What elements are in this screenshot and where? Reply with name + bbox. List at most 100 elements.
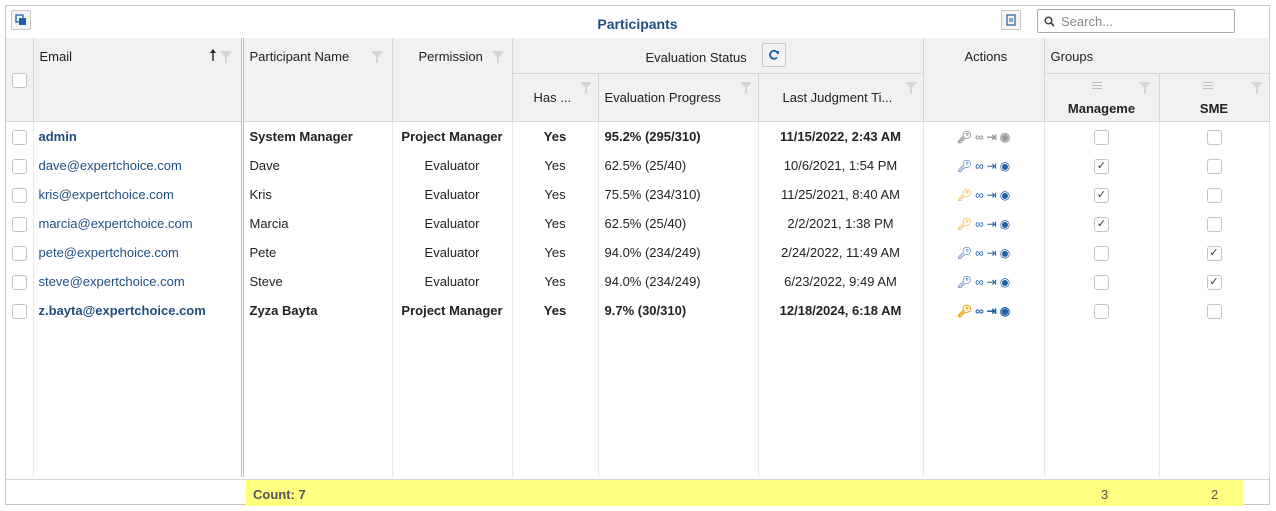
column-menu-icon[interactable] (1202, 80, 1213, 91)
eye-icon[interactable]: ◉ (1000, 160, 1010, 172)
email-link[interactable]: z.bayta@expertchoice.com (39, 303, 206, 318)
table-row[interactable]: steve@expertchoice.com Steve Evaluator Yes 9… (6, 267, 1270, 296)
group-management-checkbox[interactable] (1094, 245, 1110, 261)
filter-icon[interactable] (1138, 82, 1151, 94)
group-sme-checkbox[interactable] (1206, 303, 1222, 319)
email-link[interactable]: marcia@expertchoice.com (39, 216, 193, 231)
column-header-evaluation-progress[interactable]: Evaluation Progress (598, 73, 759, 122)
group-sme-checkbox[interactable]: ✓ (1206, 274, 1222, 290)
login-icon[interactable]: ⇥ (987, 189, 997, 201)
group-sme-checkbox[interactable]: ✓ (1206, 245, 1222, 261)
table-row[interactable]: dave@expertchoice.com Dave Evaluator Yes 62.… (6, 151, 1270, 180)
group-sme-checkbox[interactable] (1206, 216, 1222, 232)
group-management-checkbox[interactable]: ✓ (1094, 158, 1110, 174)
search-box[interactable] (1037, 9, 1235, 33)
has-header-label: Has ... (533, 90, 572, 105)
link-icon[interactable]: ∞ (975, 131, 984, 143)
table-row[interactable]: pete@expertchoice.com Pete Evaluator Yes 94.… (6, 238, 1270, 267)
eye-icon[interactable]: ◉ (1000, 305, 1010, 317)
row-checkbox[interactable] (11, 158, 27, 174)
login-icon[interactable]: ⇥ (987, 131, 997, 143)
eye-icon[interactable]: ◉ (1000, 131, 1010, 143)
group-management-checkbox[interactable] (1094, 274, 1110, 290)
login-icon[interactable]: ⇥ (987, 218, 997, 230)
key-icon[interactable]: 🔑︎ (957, 160, 972, 172)
column-header-participant-name[interactable]: Participant Name (242, 38, 393, 122)
column-header-email[interactable]: Email (33, 38, 244, 122)
group-sme-checkbox[interactable] (1206, 129, 1222, 145)
table-row[interactable]: kris@expertchoice.com Kris Evaluator Yes 75.… (6, 180, 1270, 209)
email-cell: pete@expertchoice.com (33, 238, 244, 267)
row-checkbox[interactable] (11, 245, 27, 261)
link-icon[interactable]: ∞ (975, 247, 984, 259)
export-button[interactable] (1001, 10, 1021, 30)
link-icon[interactable]: ∞ (975, 305, 984, 317)
key-icon[interactable]: 🔑︎ (957, 247, 972, 259)
refresh-button[interactable] (761, 43, 786, 67)
login-icon[interactable]: ⇥ (987, 160, 997, 172)
email-link[interactable]: steve@expertchoice.com (39, 274, 185, 289)
table-row[interactable]: marcia@expertchoice.com Marcia Evaluator Ye… (6, 209, 1270, 238)
filter-icon[interactable] (904, 82, 917, 94)
column-header-group-management[interactable]: Manageme (1044, 73, 1160, 122)
row-checkbox[interactable] (11, 274, 27, 290)
permission-cell: Project Manager (392, 121, 513, 151)
group-management-checkbox[interactable] (1094, 303, 1110, 319)
table-row[interactable]: z.bayta@expertchoice.com Zyza Bayta Projec… (6, 296, 1270, 325)
group-management-cell (1044, 267, 1160, 296)
filter-icon[interactable] (219, 51, 232, 63)
group-management-checkbox[interactable]: ✓ (1094, 187, 1110, 203)
link-icon[interactable]: ∞ (975, 160, 984, 172)
email-link[interactable]: admin (39, 129, 77, 144)
group-sme-cell: ✓ (1159, 267, 1270, 296)
row-select-cell (6, 209, 34, 238)
column-header-last-judgment[interactable]: Last Judgment Ti... (758, 73, 924, 122)
eye-icon[interactable]: ◉ (1000, 189, 1010, 201)
group-management-checkbox[interactable] (1094, 129, 1110, 145)
column-header-permission[interactable]: Permission (392, 38, 513, 122)
participant-name-cell: Kris (242, 180, 393, 209)
login-icon[interactable]: ⇥ (987, 247, 997, 259)
login-icon[interactable]: ⇥ (987, 305, 997, 317)
row-checkbox[interactable] (11, 216, 27, 232)
permission-cell: Evaluator (392, 238, 513, 267)
key-icon[interactable]: 🔑︎ (957, 131, 972, 143)
email-cell: marcia@expertchoice.com (33, 209, 244, 238)
last-judgment-cell: 11/25/2021, 8:40 AM (758, 180, 924, 209)
key-icon[interactable]: 🔑︎ (957, 276, 972, 288)
row-checkbox[interactable] (11, 187, 27, 203)
search-icon (1044, 15, 1055, 27)
search-input[interactable] (1059, 12, 1223, 30)
participant-name-cell: Marcia (242, 209, 393, 238)
filter-icon[interactable] (491, 51, 504, 63)
filter-icon[interactable] (370, 51, 383, 63)
group-sme-checkbox[interactable] (1206, 158, 1222, 174)
key-icon[interactable]: 🔑︎ (957, 189, 972, 201)
column-header-group-sme[interactable]: SME (1159, 73, 1270, 122)
row-checkbox[interactable] (11, 303, 27, 319)
column-menu-icon[interactable] (1091, 80, 1102, 91)
group-management-checkbox[interactable]: ✓ (1094, 216, 1110, 232)
link-icon[interactable]: ∞ (975, 276, 984, 288)
email-link[interactable]: kris@expertchoice.com (39, 187, 174, 202)
eye-icon[interactable]: ◉ (1000, 247, 1010, 259)
login-icon[interactable]: ⇥ (987, 276, 997, 288)
filter-icon[interactable] (1250, 82, 1263, 94)
eye-icon[interactable]: ◉ (1000, 276, 1010, 288)
select-all-checkbox[interactable] (11, 72, 27, 88)
sort-asc-icon[interactable] (209, 49, 216, 61)
email-link[interactable]: dave@expertchoice.com (39, 158, 182, 173)
row-select-cell (6, 151, 34, 180)
group-sme-checkbox[interactable] (1206, 187, 1222, 203)
table-row[interactable]: admin System Manager Project Manager Yes 95.… (6, 121, 1270, 151)
key-icon[interactable]: 🔑︎ (957, 218, 972, 230)
link-icon[interactable]: ∞ (975, 218, 984, 230)
eye-icon[interactable]: ◉ (1000, 218, 1010, 230)
email-link[interactable]: pete@expertchoice.com (39, 245, 179, 260)
filter-icon[interactable] (579, 82, 592, 94)
row-checkbox[interactable] (11, 129, 27, 145)
key-icon[interactable]: 🔑︎ (957, 305, 972, 317)
filter-icon[interactable] (739, 82, 752, 94)
column-header-has[interactable]: Has ... (512, 73, 599, 122)
link-icon[interactable]: ∞ (975, 189, 984, 201)
